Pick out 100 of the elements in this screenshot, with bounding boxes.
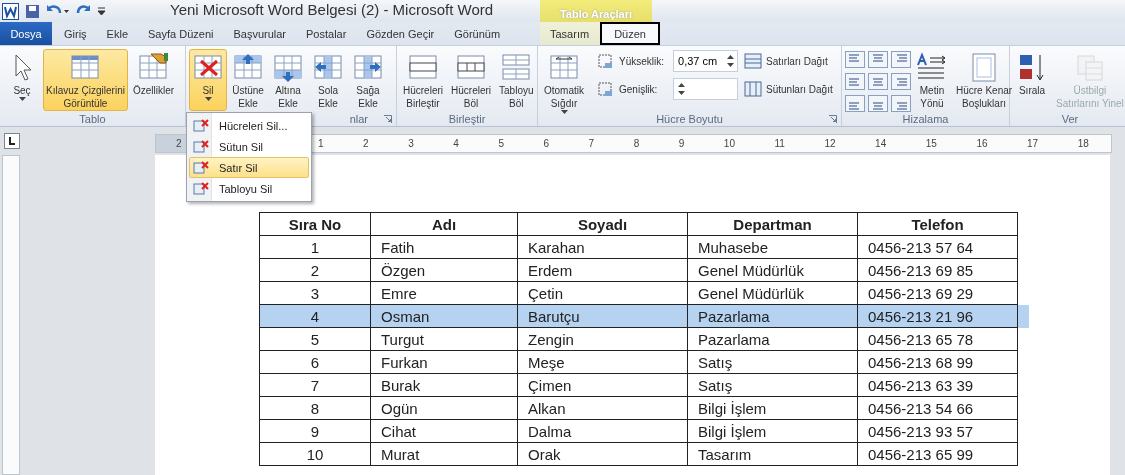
save-icon[interactable] xyxy=(25,3,40,19)
ribbon-button[interactable]: Seç xyxy=(3,49,41,111)
table-cell: Bilgi İşlem xyxy=(687,419,858,443)
table-cell: 0456-213 57 64 xyxy=(857,235,1018,259)
table-cell: Cihat xyxy=(370,419,518,443)
table-cell: Muhasebe xyxy=(687,235,858,259)
ribbon-button[interactable]: Üstüne Ekle xyxy=(229,49,267,111)
cell-alignment-icon[interactable] xyxy=(845,73,865,90)
tab-stop-icon[interactable] xyxy=(4,133,20,149)
table-cell: 0456-213 93 57 xyxy=(857,419,1018,443)
table-cell: Erdem xyxy=(517,258,688,282)
ribbon-command[interactable]: Sütunları Dağıt xyxy=(744,77,833,101)
table-cell: 0456-213 69 85 xyxy=(857,258,1018,282)
table-cell: Tasarım xyxy=(687,442,858,466)
context-tab-label: Tablo Araçları xyxy=(559,8,633,20)
height-icon xyxy=(595,52,615,70)
ruler-number: 17 xyxy=(1027,138,1039,149)
column-header: Telefon xyxy=(857,212,1018,236)
word-app-icon[interactable] xyxy=(2,2,19,20)
group-label: Hizalama xyxy=(902,113,949,125)
table-cell: Satış xyxy=(687,373,858,397)
ribbon-button[interactable]: Özellikler xyxy=(129,49,178,111)
ribbon-tab[interactable]: Başvurular xyxy=(224,22,296,45)
cell-alignment-icon[interactable] xyxy=(891,73,911,90)
menu-item[interactable]: Hücreleri Sil... xyxy=(189,115,309,136)
ribbon-tab[interactable]: Ekle xyxy=(97,22,137,45)
table-cell: Özgen xyxy=(370,258,518,282)
cell-alignment-icon[interactable] xyxy=(868,73,888,90)
table-cell: Çetin xyxy=(517,281,688,305)
table-cell: 0456-213 54 66 xyxy=(857,396,1018,420)
column-header: Soyadı xyxy=(517,212,688,236)
ribbon-button[interactable]: Hücreleri Birleştir xyxy=(400,49,446,111)
table-cell: 0456-213 21 96 xyxy=(857,304,1018,328)
ribbon-tab[interactable]: Tasarım xyxy=(541,22,599,45)
ruler-number: 5 xyxy=(498,138,504,149)
ruler-number: 9 xyxy=(678,138,685,149)
ribbon-tab[interactable]: Giriş xyxy=(55,22,96,45)
cell-alignment-icon[interactable] xyxy=(891,51,911,68)
cell-alignment-icon[interactable] xyxy=(868,95,888,112)
dialog-launcher-icon[interactable] xyxy=(384,115,392,123)
table-cell: 3 xyxy=(259,281,371,305)
spin-field[interactable]: 0,37 cm xyxy=(673,50,738,72)
ribbon-tab[interactable]: Dosya xyxy=(0,22,52,45)
ruler-number: 15 xyxy=(925,138,937,149)
ribbon-button[interactable]: Hücre Kenar Boşlukları xyxy=(953,49,1016,111)
menu-item[interactable]: Tabloyu Sil xyxy=(189,178,309,199)
table-cell: Barutçu xyxy=(517,304,688,328)
dialog-launcher-icon[interactable] xyxy=(829,115,837,123)
table-cell: 0456-213 68 99 xyxy=(857,350,1018,374)
cell-alignment-icon[interactable] xyxy=(845,95,865,112)
ribbon-tab[interactable]: Düzen xyxy=(600,22,660,45)
cell-alignment-icon[interactable] xyxy=(868,51,888,68)
customize-toolbar-icon[interactable] xyxy=(97,5,106,17)
table-cell: 6 xyxy=(259,350,371,374)
table-cell: Turgut xyxy=(370,327,518,351)
ribbon-button[interactable]: Otomatik Sığdır xyxy=(541,49,587,111)
ribbon-command[interactable]: Satırları Dağıt xyxy=(744,49,833,73)
table-cell: Orak xyxy=(517,442,688,466)
ruler-number: 6 xyxy=(543,138,550,149)
table-cell: 0456-213 69 29 xyxy=(857,281,1018,305)
vertical-ruler[interactable] xyxy=(2,155,20,475)
ribbon-button[interactable]: Altına Ekle xyxy=(269,49,307,111)
table-cell: Pazarlama xyxy=(687,327,858,351)
insert-row-below-icon xyxy=(272,52,304,84)
table-cell: Meşe xyxy=(517,350,688,374)
table-cell: Alkan xyxy=(517,396,688,420)
table-cell: Furkan xyxy=(370,350,518,374)
group-label: Tablo xyxy=(79,113,106,125)
table-cell: Emre xyxy=(370,281,518,305)
ruler-number: 2 xyxy=(363,138,369,149)
group-label: nlar xyxy=(349,113,368,125)
table-cell: 10 xyxy=(259,442,371,466)
ribbon-button[interactable]: Metin Yönü xyxy=(913,49,951,111)
ribbon-button[interactable]: Hücreleri Böl xyxy=(448,49,495,111)
ribbon-button[interactable]: Sil xyxy=(189,49,227,111)
ruler-number: 11 xyxy=(774,138,785,149)
field-label: Genişlik: xyxy=(619,83,659,95)
ribbon-button[interactable]: Tabloyu Böl xyxy=(496,49,537,111)
menu-item[interactable]: Satır Sil xyxy=(189,157,309,178)
ribbon-tab[interactable]: Görünüm xyxy=(445,22,510,45)
ruler-number: 12 xyxy=(824,138,836,149)
ribbon-button[interactable]: Sağa Ekle xyxy=(349,49,387,111)
distribute-rows-icon xyxy=(744,52,762,70)
table-cell: 9 xyxy=(259,419,371,443)
spin-field[interactable] xyxy=(673,78,738,100)
ribbon-button[interactable]: Kılavuz Çizgilerini Görüntüle xyxy=(43,49,128,111)
ribbon-tab[interactable]: Postalar xyxy=(297,22,356,45)
ribbon-button[interactable]: Sola Ekle xyxy=(309,49,347,111)
table-cell: 0456-213 65 99 xyxy=(857,442,1018,466)
spinner-arrows-icon xyxy=(678,82,685,96)
ruler-number: 3 xyxy=(408,138,414,149)
ruler-number: 1 xyxy=(318,138,324,149)
column-header: Adı xyxy=(370,212,518,236)
ribbon-button[interactable]: Sırala xyxy=(1013,49,1051,111)
ribbon-tab[interactable]: Gözden Geçir xyxy=(357,22,444,45)
cell-alignment-icon[interactable] xyxy=(845,51,865,68)
ribbon-tab[interactable]: Sayfa Düzeni xyxy=(139,22,223,45)
ruler-number: 2 xyxy=(176,138,182,149)
cell-alignment-icon[interactable] xyxy=(891,95,911,112)
table-cell: 1 xyxy=(259,235,371,259)
